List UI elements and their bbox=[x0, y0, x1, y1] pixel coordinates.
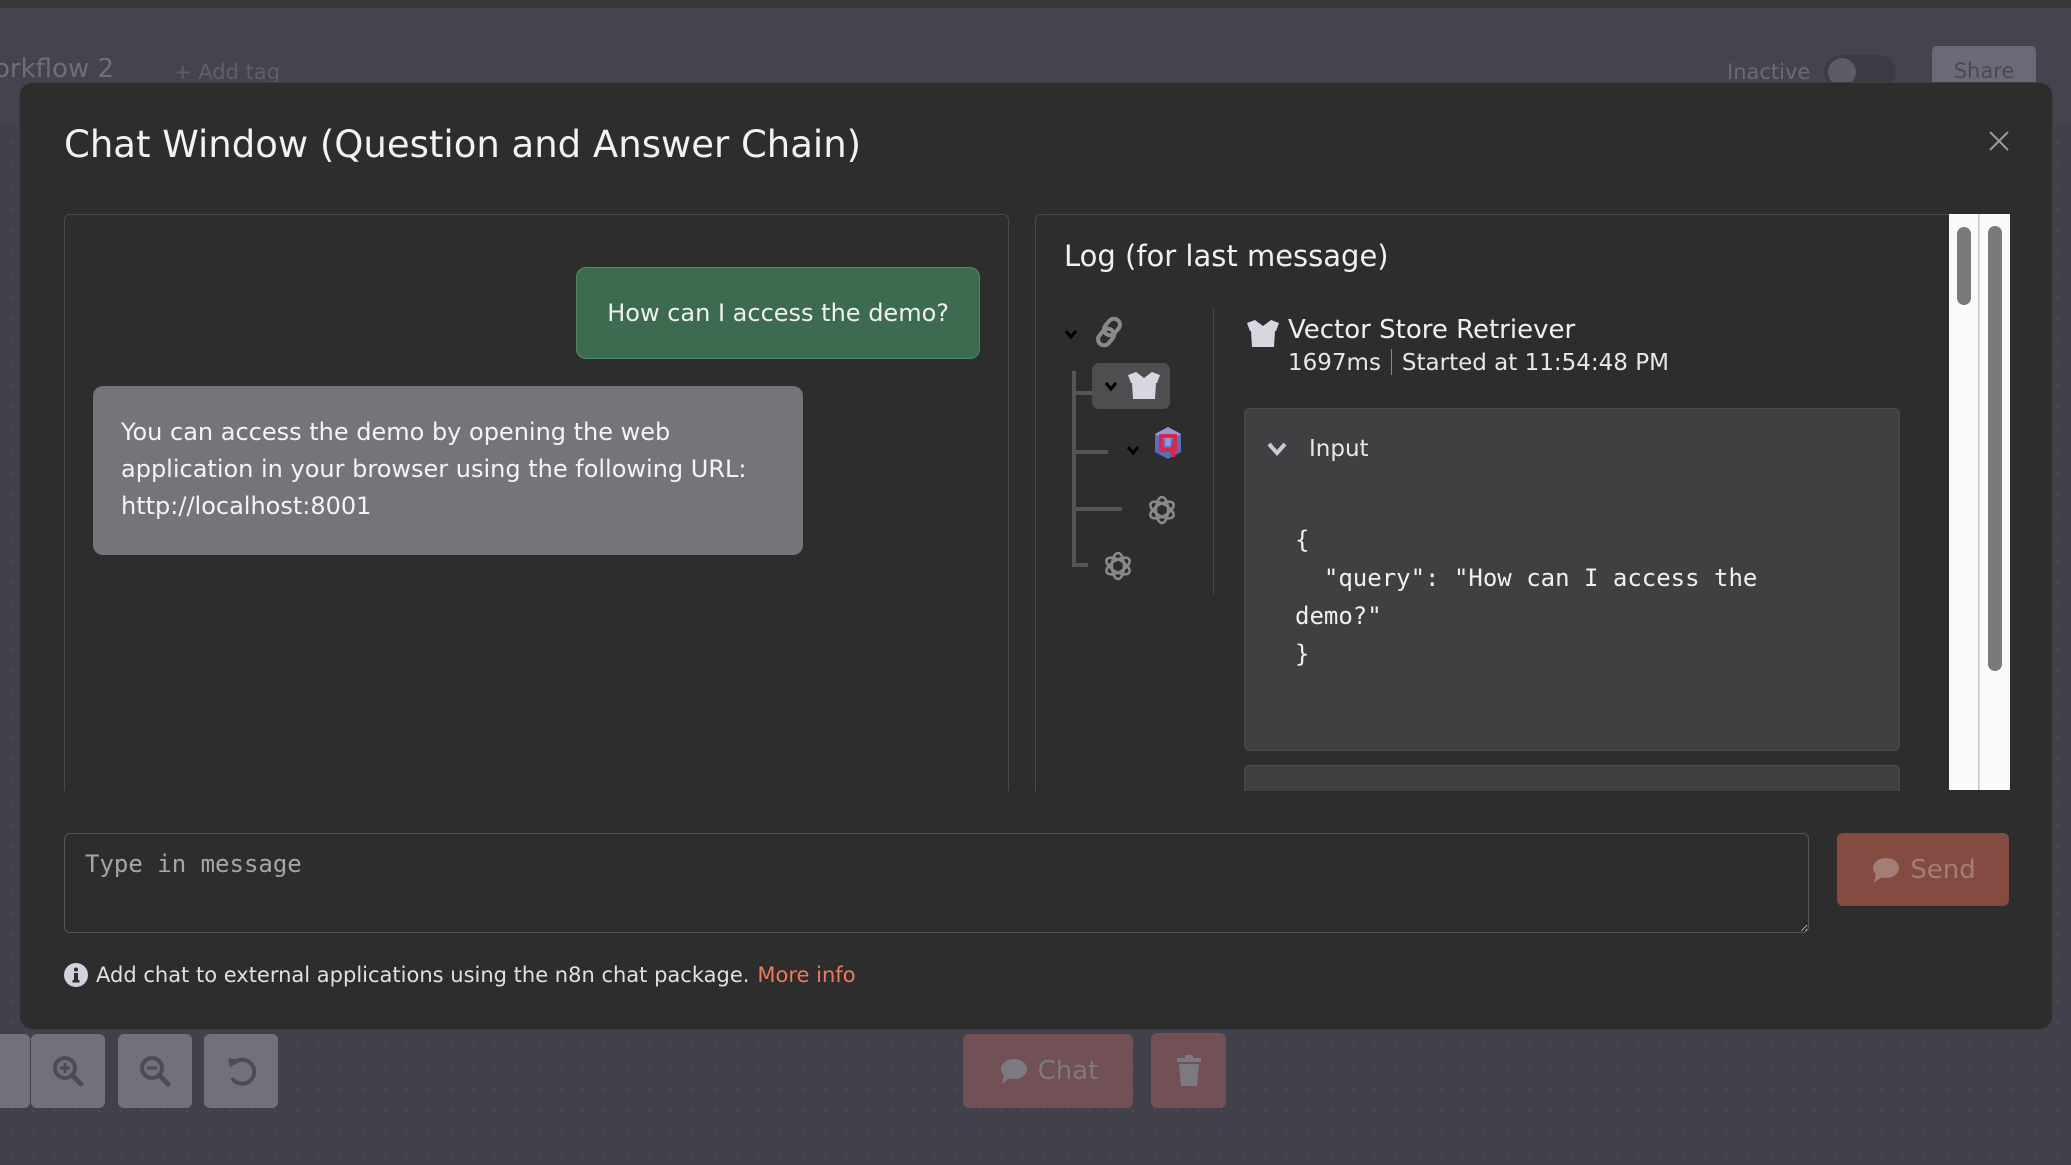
open-chat-button[interactable]: Chat bbox=[963, 1034, 1133, 1108]
input-section: Input { "query": "How can I access the de… bbox=[1244, 408, 1900, 751]
panel-scrollbar[interactable] bbox=[1979, 214, 2010, 790]
info-text: Add chat to external applications using … bbox=[96, 963, 750, 987]
log-scrollbar[interactable] bbox=[1949, 214, 1979, 790]
chat-bubble-icon bbox=[1000, 1059, 1027, 1084]
chat-modal: Chat Window (Question and Answer Chain) … bbox=[19, 82, 2053, 1030]
qdrant-icon bbox=[1155, 427, 1181, 459]
active-status-label: Inactive bbox=[1727, 60, 1811, 84]
chat-button-label: Chat bbox=[1037, 1056, 1099, 1086]
chevron-down-icon[interactable] bbox=[1104, 379, 1118, 393]
json-line: } bbox=[1295, 640, 1310, 668]
tree-connector bbox=[1072, 450, 1108, 454]
zoom-in-icon bbox=[53, 1056, 84, 1087]
input-json: { "query": "How can I access the demo?"} bbox=[1295, 521, 1757, 673]
user-message: How can I access the demo? bbox=[576, 267, 980, 359]
meta-separator bbox=[1390, 349, 1392, 375]
output-section bbox=[1244, 765, 1900, 791]
trash-icon bbox=[1176, 1054, 1201, 1086]
more-info-link[interactable]: More info bbox=[757, 963, 855, 987]
selected-node-meta: 1697ms Started at 11:54:48 PM bbox=[1288, 349, 1669, 376]
chevron-down-icon[interactable] bbox=[1064, 327, 1078, 341]
send-button-label: Send bbox=[1910, 854, 1976, 885]
close-icon bbox=[1989, 131, 2009, 151]
modal-title: Chat Window (Question and Answer Chain) bbox=[64, 123, 862, 166]
duration: 1697ms bbox=[1288, 350, 1381, 376]
openai-icon bbox=[1105, 551, 1131, 581]
zoom-to-fit-button[interactable] bbox=[0, 1034, 30, 1108]
openai-icon bbox=[1149, 495, 1175, 525]
tree-item-vector-store-retriever[interactable] bbox=[1092, 363, 1170, 409]
link-icon bbox=[1096, 316, 1122, 348]
json-line: { bbox=[1295, 526, 1310, 554]
execution-tree bbox=[1036, 305, 1206, 605]
message-input[interactable] bbox=[64, 833, 1809, 933]
box-icon bbox=[1247, 320, 1279, 347]
tree-connector bbox=[1072, 507, 1122, 511]
box-icon bbox=[1128, 372, 1160, 399]
zoom-out-button[interactable] bbox=[118, 1034, 192, 1108]
chevron-down-icon[interactable] bbox=[1267, 441, 1287, 457]
chat-messages-panel: How can I access the demo? You can acces… bbox=[64, 214, 1009, 791]
log-title: Log (for last message) bbox=[1064, 239, 1389, 273]
zoom-out-icon bbox=[140, 1056, 171, 1087]
zoom-in-button[interactable] bbox=[31, 1034, 105, 1108]
bot-message: You can access the demo by opening the w… bbox=[93, 386, 803, 555]
add-tag-button[interactable]: + Add tag bbox=[174, 60, 280, 84]
tree-connector bbox=[1072, 563, 1088, 567]
top-strip bbox=[0, 0, 2071, 8]
tree-divider bbox=[1213, 309, 1214, 594]
workflow-name[interactable]: orkflow 2 bbox=[0, 54, 114, 84]
info-icon bbox=[64, 963, 88, 987]
selected-node-name: Vector Store Retriever bbox=[1288, 315, 1576, 345]
chevron-down-icon[interactable] bbox=[1126, 443, 1140, 457]
info-notice: Add chat to external applications using … bbox=[64, 963, 856, 987]
log-scrollbar-thumb[interactable] bbox=[1957, 227, 1971, 305]
json-line: "query": "How can I access the bbox=[1295, 564, 1758, 592]
delete-button[interactable] bbox=[1151, 1033, 1226, 1108]
start-time: Started at 11:54:48 PM bbox=[1401, 350, 1669, 376]
close-button[interactable] bbox=[1986, 128, 2012, 154]
tree-connector bbox=[1072, 371, 1076, 567]
reset-zoom-button[interactable] bbox=[204, 1034, 278, 1108]
input-section-label[interactable]: Input bbox=[1309, 436, 1369, 462]
chat-bubble-icon bbox=[1873, 857, 1900, 883]
send-button[interactable]: Send bbox=[1837, 833, 2009, 906]
tree-connector bbox=[1072, 391, 1094, 395]
reset-zoom-icon bbox=[228, 1057, 257, 1086]
log-panel: Log (for last message) Vector Store Retr… bbox=[1035, 214, 1950, 791]
panel-scrollbar-thumb[interactable] bbox=[1988, 226, 2002, 671]
json-line: demo?" bbox=[1295, 602, 1382, 630]
